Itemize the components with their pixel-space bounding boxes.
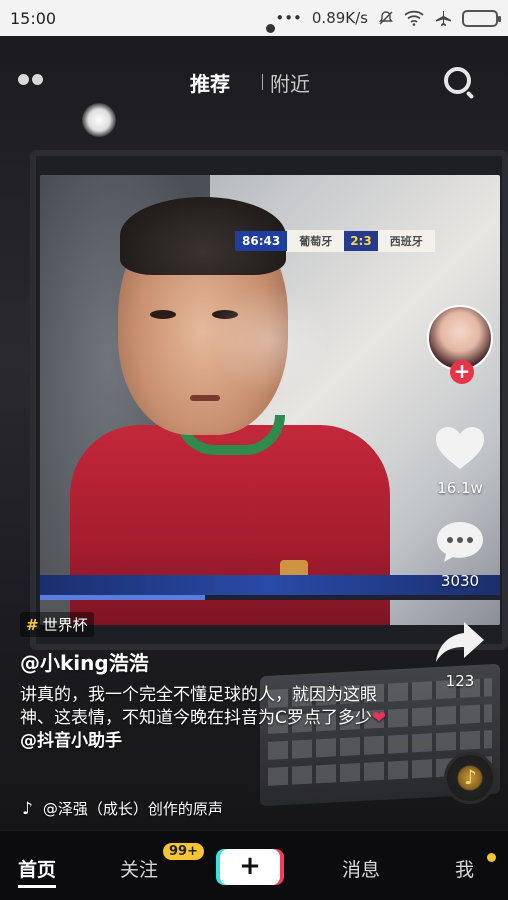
player-mouth xyxy=(190,395,220,401)
airplane-icon xyxy=(436,11,451,26)
hashtag-icon: # xyxy=(26,616,39,634)
mention-link[interactable]: @抖音小助手 xyxy=(20,731,122,751)
screen-glare xyxy=(210,285,330,395)
camera-dot xyxy=(266,24,275,33)
status-bar: 15:00 ••• 0.89K/s xyxy=(0,0,508,36)
video-caption: # 世界杯 @小king浩浩 讲真的，我一个完全不懂足球的人，就因为这眼神、这表情… xyxy=(20,612,400,753)
tab-nearby[interactable]: 附近 xyxy=(270,68,310,97)
like-count: 16.1w xyxy=(437,479,483,497)
caption-text: 讲真的，我一个完全不懂足球的人，就因为这眼神、这表情，不知道今晚在抖音为C罗点了… xyxy=(20,684,400,753)
bottom-nav: 首页 关注 99+ + 消息 我 xyxy=(0,830,508,900)
mute-icon xyxy=(379,11,393,25)
status-icons: ••• 0.89K/s xyxy=(275,9,501,27)
share-button[interactable]: 123 xyxy=(422,620,498,690)
player-eye-left xyxy=(150,310,176,319)
tv-progress xyxy=(40,595,500,600)
heart-icon xyxy=(436,427,484,469)
music-disc-icon[interactable] xyxy=(444,752,496,804)
signal-dots-icon: ••• xyxy=(275,9,302,27)
share-arrow-icon xyxy=(436,622,484,662)
follow-badge: 99+ xyxy=(163,843,204,860)
nav-home[interactable]: 首页 xyxy=(18,855,57,888)
nav-messages[interactable]: 消息 xyxy=(342,855,380,882)
tv-scoreboard: 86:43 葡萄牙 2:3 西班牙 xyxy=(235,230,435,252)
music-title: @泽强（成长）创作的原声 xyxy=(42,800,223,818)
author-name[interactable]: @小king浩浩 xyxy=(20,647,400,676)
follow-plus-button[interactable]: + xyxy=(450,360,474,384)
search-icon[interactable] xyxy=(444,67,471,94)
like-button[interactable]: 16.1w xyxy=(422,425,498,497)
topic-label: 世界杯 xyxy=(42,616,88,634)
music-note-icon: ♪ xyxy=(22,798,33,819)
heart-emoji-icon: ❤ xyxy=(371,708,387,728)
scoreboard-team2: 西班牙 xyxy=(377,230,435,252)
scoreboard-time: 86:43 xyxy=(235,231,288,251)
comment-icon xyxy=(437,522,483,562)
top-nav: 推荐 附近 xyxy=(0,50,508,110)
comment-button[interactable]: 3030 xyxy=(422,520,498,590)
battery-icon xyxy=(462,9,501,27)
scoreboard-score: 2:3 xyxy=(344,231,378,251)
menu-dots-icon[interactable] xyxy=(18,74,43,85)
tab-divider xyxy=(262,74,263,90)
notification-dot xyxy=(487,853,496,862)
comment-count: 3030 xyxy=(440,572,480,590)
share-count: 123 xyxy=(445,672,475,690)
caption-body: 讲真的，我一个完全不懂足球的人，就因为这眼神、这表情，不知道今晚在抖音为C罗点了… xyxy=(20,685,377,728)
nav-follow[interactable]: 关注 xyxy=(120,855,158,882)
create-button[interactable]: + xyxy=(220,849,280,885)
nav-me[interactable]: 我 xyxy=(455,855,474,882)
wifi-icon xyxy=(404,10,424,26)
music-info[interactable]: ♪ @泽强（成长）创作的原声 xyxy=(22,798,223,819)
status-time: 15:00 xyxy=(10,8,57,28)
scoreboard-team1: 葡萄牙 xyxy=(287,230,345,252)
tab-recommend[interactable]: 推荐 xyxy=(190,68,230,97)
network-speed: 0.89K/s xyxy=(311,9,368,27)
ceiling-light xyxy=(82,103,116,137)
topic-tag[interactable]: # 世界杯 xyxy=(20,612,94,637)
